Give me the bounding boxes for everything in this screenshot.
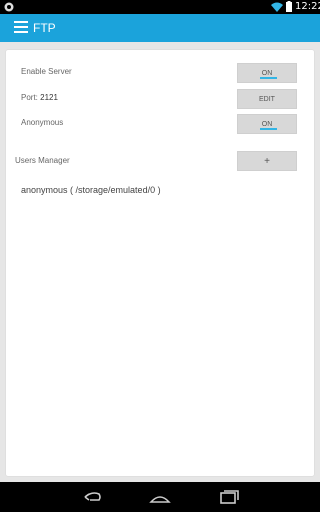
port-label: Port: 2121 [21,93,58,102]
add-user-button-label: + [264,156,270,167]
recent-apps-icon[interactable] [219,488,239,506]
action-bar: FTP [0,14,320,42]
navigation-bar [0,482,320,512]
add-user-button[interactable]: + [237,151,297,171]
port-edit-button[interactable]: EDIT [237,89,297,109]
page-title: FTP [33,21,56,35]
user-list-item[interactable]: anonymous ( /storage/emulated/0 ) [21,185,161,195]
status-bar: 12:22 [0,0,320,14]
toggle-on-indicator [260,77,277,79]
status-time: 12:22 [295,1,320,12]
enable-server-toggle[interactable]: ON [237,63,297,83]
enable-server-toggle-label: ON [261,70,273,77]
port-label-text: Port: [21,93,38,102]
battery-icon [286,1,292,12]
enable-server-label: Enable Server [21,67,72,76]
menu-icon[interactable] [14,21,28,35]
back-icon[interactable] [82,488,102,506]
port-value: 2121 [40,93,58,102]
users-manager-label: Users Manager [15,156,70,165]
anonymous-label: Anonymous [21,118,64,127]
home-icon[interactable] [149,488,171,506]
wifi-icon [271,2,283,12]
android-notification-icon [4,2,14,12]
anonymous-toggle-label: ON [261,121,273,128]
anonymous-toggle[interactable]: ON [237,114,297,134]
port-edit-button-label: EDIT [259,96,275,103]
toggle-on-indicator [260,128,277,130]
